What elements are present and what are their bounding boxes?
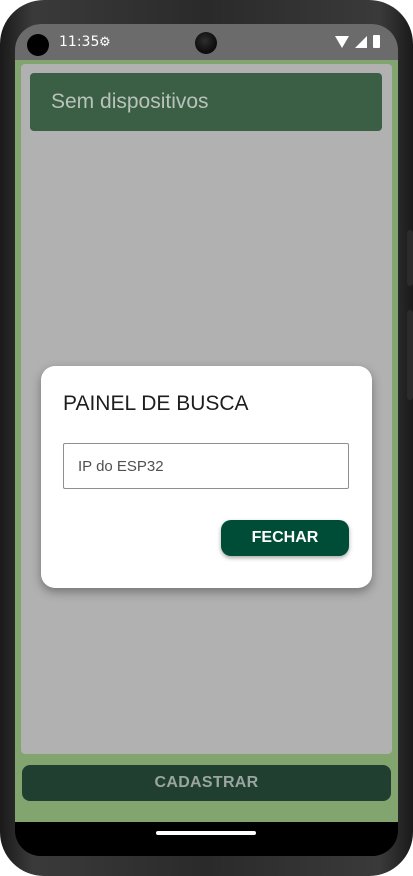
ip-input[interactable]: IP do ESP32 <box>63 443 349 489</box>
device-status-header: Sem dispositivos <box>30 73 382 131</box>
dialog-title: PAINEL DE BUSCA <box>63 392 249 415</box>
screen: 11:35 ⚙ Sem dispositivos CADASTRAR PAINE… <box>15 24 398 856</box>
volume-button <box>407 230 413 286</box>
search-panel-dialog: PAINEL DE BUSCA IP do ESP32 FECHAR <box>41 366 372 588</box>
navigation-bar <box>15 822 398 856</box>
register-button[interactable]: CADASTRAR <box>22 765 391 801</box>
wifi-icon <box>335 35 349 48</box>
power-button <box>407 310 413 400</box>
ip-input-placeholder: IP do ESP32 <box>78 458 164 475</box>
app-container: Sem dispositivos CADASTRAR PAINEL DE BUS… <box>15 60 398 822</box>
battery-icon <box>373 35 380 48</box>
close-button[interactable]: FECHAR <box>221 520 349 556</box>
settings-icon: ⚙ <box>99 35 111 50</box>
front-camera-icon <box>195 32 217 54</box>
phone-frame: 11:35 ⚙ Sem dispositivos CADASTRAR PAINE… <box>0 0 413 876</box>
status-icons <box>335 35 380 48</box>
device-status-text: Sem dispositivos <box>51 90 209 113</box>
status-time: 11:35 <box>59 34 100 50</box>
status-bar: 11:35 ⚙ <box>15 24 398 60</box>
camera-cutout-icon <box>27 34 49 56</box>
home-indicator[interactable] <box>156 831 256 835</box>
signal-icon <box>355 35 367 48</box>
